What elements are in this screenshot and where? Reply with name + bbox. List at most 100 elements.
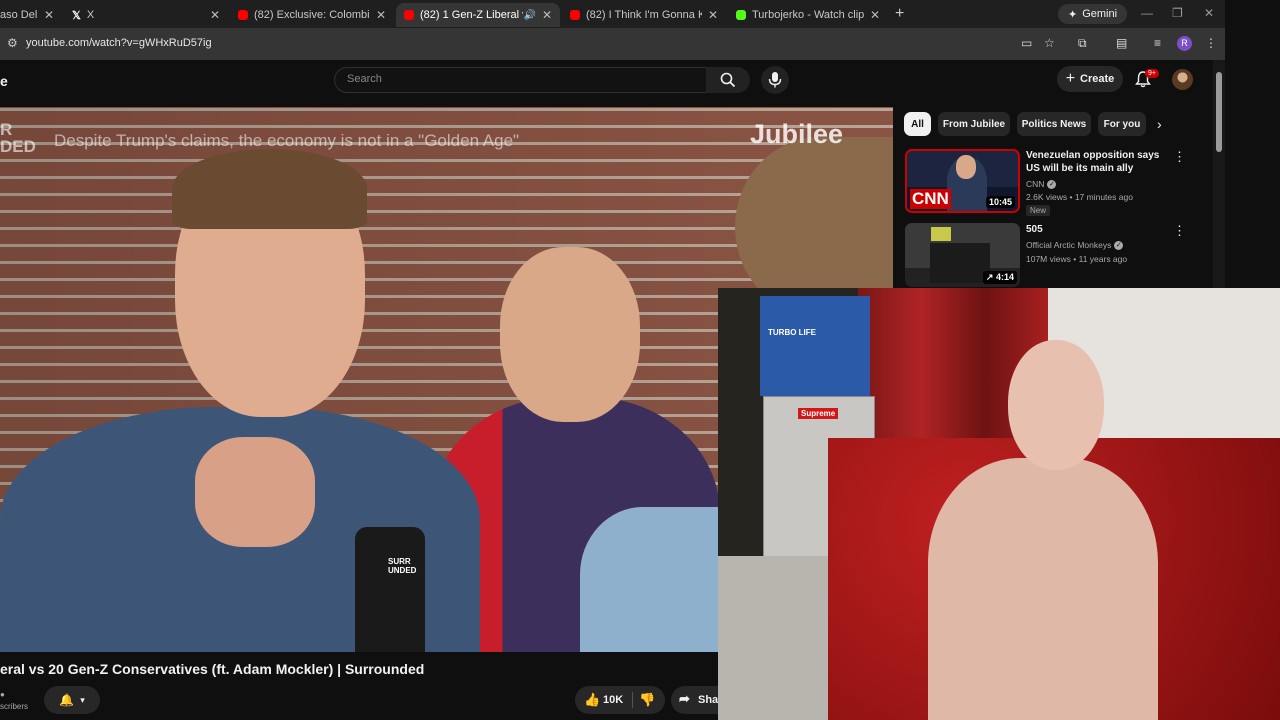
webcam-boxes xyxy=(760,296,870,396)
bookmark-star-icon[interactable]: ☆ xyxy=(1044,36,1055,50)
cast-icon[interactable]: ▭ xyxy=(1021,36,1032,50)
mic-logo-text: SURR UNDED xyxy=(388,557,417,575)
view-count: 107M views xyxy=(1026,254,1071,264)
x-logo-icon: 𝕏 xyxy=(72,9,81,22)
video-duration: ↗ 4:14 xyxy=(982,271,1017,284)
chip-all[interactable]: All xyxy=(904,112,931,136)
notification-count-badge: 9+ xyxy=(1145,69,1159,78)
restore-icon[interactable]: ❐ xyxy=(1172,6,1183,20)
thumbs-down-icon[interactable]: 👎 xyxy=(639,692,655,708)
tab-title: X xyxy=(86,9,95,21)
plus-icon: + xyxy=(1065,70,1076,87)
like-dislike-group: 👍 10K 👎 xyxy=(575,686,665,714)
close-tab-icon[interactable]: ✕ xyxy=(376,8,386,22)
webcam-person-head xyxy=(1008,340,1104,470)
bell-icon: 🔔 xyxy=(59,693,75,707)
subscriber-count: scribers xyxy=(0,702,29,711)
voice-search-button[interactable] xyxy=(761,66,789,94)
surrounded-corner-logo: R DED xyxy=(0,120,36,156)
scrollbar-thumb[interactable] xyxy=(1216,72,1222,152)
chip-politics-news[interactable]: Politics News xyxy=(1017,112,1091,136)
chip-from-jubilee[interactable]: From Jubilee xyxy=(938,112,1010,136)
kick-favicon-icon xyxy=(736,10,746,20)
chevron-right-icon[interactable]: › xyxy=(1157,116,1162,132)
youtube-header: e + Create 9+ xyxy=(0,60,1225,106)
site-info-icon[interactable]: ⚙ xyxy=(7,36,18,50)
chip-for-you[interactable]: For you xyxy=(1098,112,1146,136)
search-input[interactable] xyxy=(345,72,699,86)
search-box xyxy=(334,67,708,93)
supreme-sticker: Supreme xyxy=(798,408,839,419)
recommendation-item[interactable]: ↗ 4:14 505 Official Arctic Monkeys ✓ 107M… xyxy=(905,223,1210,287)
verified-check-icon: ✓ xyxy=(1114,240,1124,250)
recommendation-title[interactable]: Venezuelan opposition says US will be it… xyxy=(1026,149,1171,175)
sign-shape xyxy=(931,227,951,241)
video-person-main-hair xyxy=(172,149,367,229)
address-bar: ⚙ youtube.com/watch?v=gWHxRuD57ig ▭ ☆ ⧉ … xyxy=(0,28,1225,60)
upload-age: 17 minutes ago xyxy=(1074,192,1133,202)
gemini-button[interactable]: ✦ Gemini xyxy=(1058,4,1128,24)
youtube-favicon-icon xyxy=(570,10,580,20)
upload-age: 11 years ago xyxy=(1078,254,1128,264)
like-count[interactable]: 10K xyxy=(603,694,623,706)
tab-title: Turbojerko - Watch clips on Kic xyxy=(752,9,864,21)
tab-title: (82) I Think I'm Gonna Kill Mys xyxy=(586,9,702,21)
video-thumbnail[interactable]: ↗ 4:14 xyxy=(905,223,1020,287)
more-actions-icon[interactable]: ⋮ xyxy=(1173,149,1186,165)
video-duration: 10:45 xyxy=(985,196,1015,208)
account-avatar[interactable] xyxy=(1172,69,1193,90)
media-controls-icon[interactable]: ≡ xyxy=(1154,36,1161,50)
tab-3-active[interactable]: (82) 1 Gen-Z Liberal vs 20 G 🔊 ✕ xyxy=(396,3,560,27)
channel-name[interactable]: CNN xyxy=(1026,179,1044,189)
recommendation-channel[interactable]: CNN ✓ xyxy=(1026,179,1057,189)
new-tab-button[interactable]: + xyxy=(895,5,904,23)
video-thumbnail[interactable]: CNN 10:45 xyxy=(905,149,1020,213)
tab-1[interactable]: 𝕏 X ✕ xyxy=(64,3,228,27)
shorts-icon: ↗ xyxy=(985,272,994,282)
search-icon xyxy=(720,72,736,88)
anchor-face xyxy=(956,155,976,179)
youtube-favicon-icon xyxy=(404,10,414,20)
cnn-logo: CNN xyxy=(910,189,951,209)
close-tab-icon[interactable]: ✕ xyxy=(870,8,880,22)
thumbs-up-icon[interactable]: 👍 xyxy=(584,692,600,708)
more-actions-icon[interactable]: ⋮ xyxy=(1173,223,1186,239)
video-title: eral vs 20 Gen-Z Conservatives (ft. Adam… xyxy=(0,661,425,677)
recommendation-channel[interactable]: Official Arctic Monkeys ✓ xyxy=(1026,240,1124,250)
jubilee-watermark: Jubilee xyxy=(750,119,844,149)
tab-4[interactable]: (82) I Think I'm Gonna Kill Mys ✕ xyxy=(562,3,726,27)
create-button[interactable]: + Create xyxy=(1057,66,1123,92)
tab-0[interactable]: aso Del Gi ✕ xyxy=(0,3,62,27)
browser-tab-bar: aso Del Gi ✕ 𝕏 X ✕ (82) Exclusive: Colom… xyxy=(0,0,1225,28)
browser-menu-icon[interactable]: ⋮ xyxy=(1205,36,1217,50)
search-button[interactable] xyxy=(706,67,750,93)
youtube-favicon-icon xyxy=(238,10,248,20)
youtube-logo[interactable]: e xyxy=(0,73,8,89)
channel-name[interactable]: Official Arctic Monkeys xyxy=(1026,240,1111,250)
close-tab-icon[interactable]: ✕ xyxy=(542,8,552,22)
duration-text: 4:14 xyxy=(995,272,1014,282)
building-shape xyxy=(930,243,990,283)
tab-2[interactable]: (82) Exclusive: Colombian presi ✕ xyxy=(230,3,394,27)
browser-profile-avatar[interactable]: R xyxy=(1177,36,1192,51)
close-tab-icon[interactable]: ✕ xyxy=(210,8,220,22)
close-tab-icon[interactable]: ✕ xyxy=(44,8,54,22)
tab-title: aso Del Gi xyxy=(0,9,38,21)
channel-avatar-fragment[interactable]: ● xyxy=(0,690,5,699)
recommendation-item[interactable]: CNN 10:45 Venezuelan opposition says US … xyxy=(905,149,1210,219)
tab-title: (82) 1 Gen-Z Liberal vs 20 G xyxy=(420,9,523,21)
video-person-main-hand xyxy=(195,437,315,547)
recommendation-title[interactable]: 505 xyxy=(1026,223,1171,236)
speaker-icon[interactable]: 🔊 xyxy=(523,10,535,21)
subscription-bell-button[interactable]: 🔔 ▾ xyxy=(44,686,100,714)
side-panel-icon[interactable]: ▤ xyxy=(1116,36,1127,50)
minimize-icon[interactable]: — xyxy=(1141,6,1153,20)
extensions-icon[interactable]: ⧉ xyxy=(1078,36,1087,51)
window-close-icon[interactable]: ✕ xyxy=(1204,6,1214,20)
tab-5[interactable]: Turbojerko - Watch clips on Kic ✕ xyxy=(728,3,888,27)
recommendation-meta: 107M views • 11 years ago xyxy=(1026,254,1128,264)
url-field[interactable]: youtube.com/watch?v=gWHxRuD57ig xyxy=(26,37,212,49)
close-tab-icon[interactable]: ✕ xyxy=(708,8,718,22)
video-mic xyxy=(355,527,425,652)
like-divider xyxy=(632,692,633,708)
